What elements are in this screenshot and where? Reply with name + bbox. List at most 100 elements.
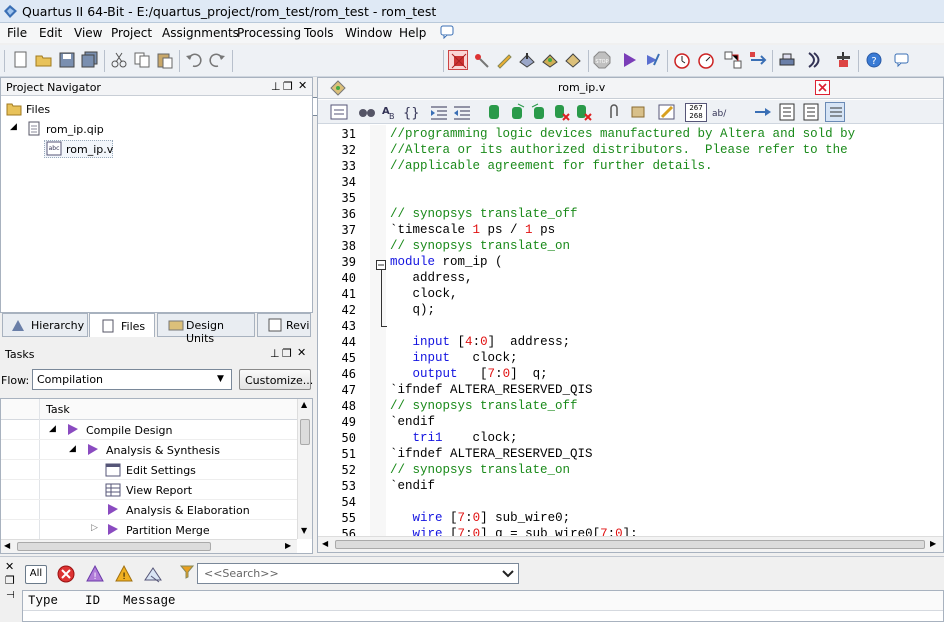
menu-window[interactable]: Window (345, 26, 392, 40)
tab-revisions[interactable]: Revisi (257, 313, 311, 337)
whats-this-icon[interactable] (893, 51, 911, 69)
code-line[interactable]: wire [7:0] sub_wire0; (390, 511, 571, 525)
previous-bookmark-icon[interactable] (530, 103, 548, 121)
code-line[interactable]: // synopsys translate_on (390, 463, 570, 477)
code-line[interactable]: output [7:0] q; (390, 367, 548, 381)
task-horizontal-scrollbar[interactable]: ◀ ▶ (1, 539, 297, 553)
indent-icon[interactable] (430, 103, 448, 121)
code-area[interactable]: 31 //programming logic devices manufactur… (318, 125, 943, 536)
menu-processing[interactable]: Processing (237, 26, 301, 40)
menu-assignments[interactable]: Assignments (162, 26, 239, 40)
expand-arrow-icon[interactable]: ◢ (69, 444, 76, 454)
unindent-icon[interactable] (453, 103, 471, 121)
attach-icon[interactable] (605, 103, 623, 121)
close-icon[interactable]: ✕ (298, 79, 307, 92)
pin-icon[interactable]: ⊥ (270, 347, 280, 360)
menu-tools[interactable]: Tools (304, 26, 334, 40)
scroll-thumb[interactable] (17, 542, 211, 551)
next-bookmark-icon[interactable] (508, 103, 526, 121)
task-row[interactable]: Edit Settings (1, 460, 297, 480)
code-line[interactable]: input [4:0] address; (390, 335, 571, 349)
task-row[interactable]: ▷ Partition Merge (1, 520, 297, 540)
undo-icon[interactable] (185, 51, 203, 69)
code-line[interactable]: //applicable agreement for further detai… (390, 159, 713, 173)
float-messages-icon[interactable]: ❐ (5, 574, 15, 587)
scroll-right-icon[interactable]: ▶ (285, 541, 291, 550)
scroll-down-icon[interactable]: ▼ (301, 526, 307, 535)
open-folder-icon[interactable] (35, 51, 53, 69)
filter-funnel-icon[interactable] (180, 565, 194, 579)
new-file-icon[interactable] (12, 51, 30, 69)
insert-template-icon[interactable] (330, 103, 348, 121)
netlist-viewer-icon[interactable] (541, 51, 559, 69)
task-vertical-scrollbar[interactable]: ▲ ▼ (297, 399, 312, 539)
save-icon[interactable] (58, 51, 76, 69)
column-message[interactable]: Message (123, 594, 176, 608)
find-icon[interactable] (358, 103, 376, 121)
start-compilation-icon[interactable] (620, 51, 638, 69)
pencil-icon[interactable] (495, 51, 513, 69)
code-line[interactable]: `endif (390, 415, 435, 429)
analysis-synthesis-icon[interactable] (643, 51, 661, 69)
code-line[interactable]: //Altera or its authorized distributors.… (390, 143, 848, 157)
code-line[interactable]: clock, (390, 287, 458, 301)
line-numbers-toggle[interactable]: 267 268 (685, 103, 707, 122)
code-line[interactable]: wire [7:0] q = sub_wire0[7:0]; (390, 527, 638, 536)
task-row[interactable]: ◢ Analysis & Synthesis (1, 440, 297, 460)
scroll-left-icon[interactable]: ◀ (322, 539, 328, 548)
error-filter-icon[interactable] (56, 564, 76, 584)
timing-analyzer-icon[interactable] (673, 51, 691, 69)
code-line[interactable]: `ifndef ALTERA_RESERVED_QIS (390, 447, 593, 461)
help-bubble-icon[interactable] (440, 25, 454, 39)
flow-select[interactable]: Compilation ▼ (32, 369, 232, 390)
help-icon[interactable]: ? (865, 51, 883, 69)
scroll-right-icon[interactable]: ▶ (930, 539, 936, 548)
menu-project[interactable]: Project (111, 26, 152, 40)
technology-map-icon[interactable] (749, 51, 767, 69)
save-all-icon[interactable] (81, 51, 99, 69)
spell-check-icon[interactable]: ab/ (711, 103, 729, 121)
chip-planner-icon[interactable] (448, 50, 468, 70)
code-line[interactable]: // synopsys translate_on (390, 239, 570, 253)
code-line[interactable]: tri1 clock; (390, 431, 518, 445)
tab-design-units[interactable]: Design Units (157, 313, 255, 345)
menu-help[interactable]: Help (399, 26, 426, 40)
expand-arrow-icon[interactable]: ◢ (10, 122, 17, 132)
find-brace-icon[interactable]: {} (402, 103, 420, 121)
code-line[interactable]: // synopsys translate_off (390, 399, 578, 413)
code-line[interactable]: `timescale 1 ps / 1 ps (390, 223, 555, 237)
stop-icon[interactable]: STOP (593, 51, 611, 69)
task-row[interactable]: View Report (1, 480, 297, 500)
message-search-input[interactable]: <<Search>> (197, 563, 519, 584)
code-line[interactable]: `ifndef ALTERA_RESERVED_QIS (390, 383, 593, 397)
code-line[interactable]: address, (390, 271, 473, 285)
scroll-thumb[interactable] (335, 540, 925, 549)
expand-arrow-icon[interactable]: ◢ (49, 424, 56, 434)
scroll-icon[interactable] (629, 103, 647, 121)
critical-warning-filter-icon[interactable]: ! (85, 564, 105, 584)
customize-button[interactable]: Customize... (239, 369, 313, 390)
task-row[interactable]: ◢ Compile Design (1, 420, 297, 440)
paste-icon[interactable] (156, 51, 174, 69)
menu-edit[interactable]: Edit (39, 26, 62, 40)
tab-hierarchy[interactable]: Hierarchy (2, 313, 88, 337)
code-line[interactable]: module rom_ip ( (390, 255, 503, 269)
copy-icon[interactable] (133, 51, 151, 69)
timequest-icon[interactable] (697, 51, 715, 69)
close-icon[interactable]: ✕ (297, 346, 306, 359)
redo-icon[interactable] (208, 51, 226, 69)
edit-icon[interactable] (658, 103, 676, 121)
suppressed-filter-icon[interactable] (143, 564, 165, 584)
pin-icon[interactable]: ⊥ (271, 80, 281, 93)
signaltap-icon[interactable] (805, 51, 823, 69)
close-editor-icon[interactable] (815, 80, 830, 95)
chip-download-icon[interactable] (834, 51, 852, 69)
filter-all-button[interactable]: All (25, 565, 47, 584)
task-row[interactable]: Analysis & Elaboration (1, 500, 297, 520)
chip-editor-icon[interactable] (564, 51, 582, 69)
scroll-thumb[interactable] (300, 419, 310, 445)
tree-item-rom-ip-qip[interactable]: rom_ip.qip (46, 123, 104, 136)
rtl-viewer-icon[interactable] (724, 51, 742, 69)
column-type[interactable]: Type (28, 594, 58, 608)
float-icon[interactable]: ❐ (283, 80, 293, 93)
